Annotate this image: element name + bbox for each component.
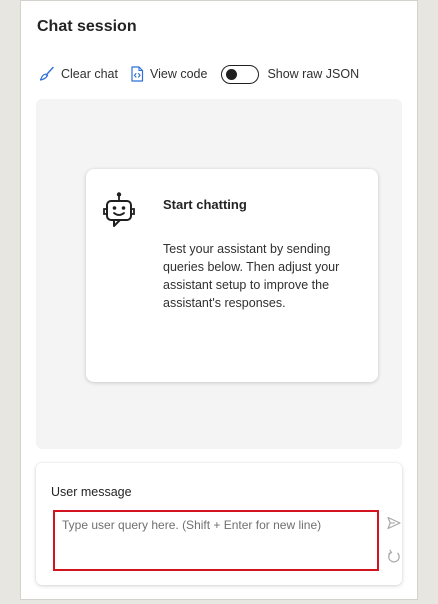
toggle-knob [226, 68, 238, 80]
refresh-icon[interactable] [386, 549, 402, 565]
raw-json-toggle[interactable] [221, 64, 260, 84]
user-message-label: User message [51, 485, 132, 499]
view-code-label: View code [149, 67, 208, 81]
broom-icon [39, 66, 54, 81]
view-code-button[interactable]: View code [130, 66, 207, 82]
start-chatting-description: Test your assistant by sending queries b… [163, 242, 340, 310]
code-file-icon [131, 66, 144, 82]
bot-icon [103, 192, 135, 227]
user-message-input[interactable] [53, 510, 379, 571]
clear-chat-label: Clear chat [61, 67, 118, 81]
raw-json-label: Show raw JSON [267, 67, 360, 81]
page-title: Chat session [37, 18, 137, 35]
start-chatting-card: Start chatting Test your assistant by se… [86, 169, 378, 382]
send-icon[interactable] [386, 515, 402, 531]
start-chatting-title: Start chatting [163, 197, 247, 212]
chat-session-panel: Chat session Clear chat View code Show r… [20, 0, 418, 600]
chat-toolbar: Clear chat View code Show raw JSON [39, 63, 359, 85]
clear-chat-button[interactable]: Clear chat [39, 66, 118, 82]
chat-history-area: Start chatting Test your assistant by se… [36, 99, 402, 449]
user-message-box: User message [36, 463, 402, 585]
